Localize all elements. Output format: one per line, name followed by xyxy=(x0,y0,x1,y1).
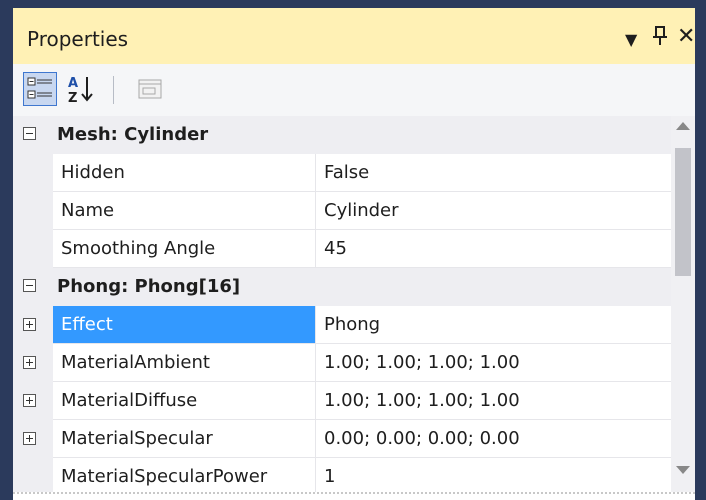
row-gutter xyxy=(13,306,53,344)
collapse-icon[interactable] xyxy=(23,127,36,140)
expand-icon[interactable] xyxy=(23,318,36,331)
property-name-cell[interactable]: Name xyxy=(53,192,316,230)
close-icon[interactable]: ✕ xyxy=(677,25,695,49)
property-value-cell[interactable]: 1.00; 1.00; 1.00; 1.00 xyxy=(316,344,671,382)
property-value-cell[interactable]: 45 xyxy=(316,230,671,268)
property-grid: Mesh: Cylinder Hidden False Name Cylinde… xyxy=(13,116,671,492)
property-value-cell[interactable]: Phong xyxy=(316,306,671,344)
property-name: Name xyxy=(61,200,115,221)
row-gutter xyxy=(13,420,53,458)
property-value-cell[interactable]: 1 xyxy=(316,458,671,492)
property-name-cell[interactable]: MaterialDiffuse xyxy=(53,382,316,420)
property-value: 1.00; 1.00; 1.00; 1.00 xyxy=(324,352,520,373)
property-row[interactable]: MaterialAmbient 1.00; 1.00; 1.00; 1.00 xyxy=(13,344,671,382)
property-name-cell[interactable]: MaterialSpecularPower xyxy=(53,458,316,492)
property-name-cell[interactable]: Effect xyxy=(53,306,316,344)
property-value-cell[interactable]: 1.00; 1.00; 1.00; 1.00 xyxy=(316,382,671,420)
categorized-button[interactable] xyxy=(23,72,57,106)
frame-left-border xyxy=(0,0,13,500)
category-row-phong[interactable]: Phong: Phong[16] xyxy=(13,268,671,306)
scroll-thumb[interactable] xyxy=(675,148,691,276)
property-name: Effect xyxy=(61,314,113,335)
row-gutter xyxy=(13,382,53,420)
property-value: 0.00; 0.00; 0.00; 0.00 xyxy=(324,428,520,449)
property-value: 1.00; 1.00; 1.00; 1.00 xyxy=(324,390,520,411)
property-value: Cylinder xyxy=(324,200,399,221)
frame-top-border xyxy=(0,0,706,8)
property-row[interactable]: Smoothing Angle 45 xyxy=(13,230,671,268)
window-frame: Properties ▼ ✕ A Z Mesh: Cylinder Hidden… xyxy=(0,0,706,500)
categorized-icon xyxy=(27,77,52,99)
row-gutter xyxy=(13,192,53,230)
category-label: Mesh: Cylinder xyxy=(57,124,209,145)
property-name: MaterialDiffuse xyxy=(61,390,198,411)
property-pages-icon xyxy=(138,79,162,99)
panel-toolbar: A Z xyxy=(13,64,695,116)
collapse-icon[interactable] xyxy=(23,279,36,292)
property-name-cell[interactable]: MaterialAmbient xyxy=(53,344,316,382)
scroll-up-arrow-icon[interactable] xyxy=(676,122,690,130)
property-value: Phong xyxy=(324,314,381,335)
alphabetical-button[interactable]: A Z xyxy=(65,72,99,106)
alphabetical-sort-icon: A Z xyxy=(68,76,93,106)
property-pages-button[interactable] xyxy=(133,72,167,106)
property-row-selected[interactable]: Effect Phong xyxy=(13,306,671,344)
property-row[interactable]: Hidden False xyxy=(13,154,671,192)
property-value: False xyxy=(324,162,370,183)
property-value-cell[interactable]: 0.00; 0.00; 0.00; 0.00 xyxy=(316,420,671,458)
property-row[interactable]: MaterialSpecular 0.00; 0.00; 0.00; 0.00 xyxy=(13,420,671,458)
property-name-cell[interactable]: Hidden xyxy=(53,154,316,192)
property-name: Smoothing Angle xyxy=(61,238,216,259)
scroll-down-arrow-icon[interactable] xyxy=(676,466,690,474)
property-name: MaterialSpecular xyxy=(61,428,213,449)
expand-icon[interactable] xyxy=(23,356,36,369)
property-name-cell[interactable]: MaterialSpecular xyxy=(53,420,316,458)
row-gutter xyxy=(13,344,53,382)
expand-icon[interactable] xyxy=(23,432,36,445)
properties-panel: Properties ▼ ✕ A Z Mesh: Cylinder Hidden… xyxy=(13,8,695,492)
row-gutter xyxy=(13,154,53,192)
category-row-mesh[interactable]: Mesh: Cylinder xyxy=(13,116,671,154)
toolbar-separator xyxy=(113,76,114,104)
pin-icon[interactable] xyxy=(651,25,669,53)
dropdown-icon[interactable]: ▼ xyxy=(625,28,637,52)
property-value: 45 xyxy=(324,238,347,259)
property-name: MaterialAmbient xyxy=(61,352,210,373)
alpha-bottom-letter: Z xyxy=(68,91,77,106)
property-value-cell[interactable]: Cylinder xyxy=(316,192,671,230)
property-name: Hidden xyxy=(61,162,125,183)
category-label: Phong: Phong[16] xyxy=(57,276,241,297)
property-value-cell[interactable]: False xyxy=(316,154,671,192)
bottom-dotted-divider xyxy=(13,492,695,494)
panel-title: Properties xyxy=(27,27,129,51)
property-name-cell[interactable]: Smoothing Angle xyxy=(53,230,316,268)
property-row[interactable]: Name Cylinder xyxy=(13,192,671,230)
property-name: MaterialSpecularPower xyxy=(61,466,268,487)
property-row[interactable]: MaterialDiffuse 1.00; 1.00; 1.00; 1.00 xyxy=(13,382,671,420)
expand-icon[interactable] xyxy=(23,394,36,407)
vertical-scrollbar[interactable] xyxy=(671,116,695,492)
frame-right-border xyxy=(695,0,706,500)
row-gutter xyxy=(13,458,53,492)
alpha-top-letter: A xyxy=(68,76,78,91)
property-value: 1 xyxy=(324,466,336,487)
panel-titlebar[interactable]: Properties ▼ ✕ xyxy=(13,8,695,64)
property-row[interactable]: MaterialSpecularPower 1 xyxy=(13,458,671,492)
row-gutter xyxy=(13,230,53,268)
